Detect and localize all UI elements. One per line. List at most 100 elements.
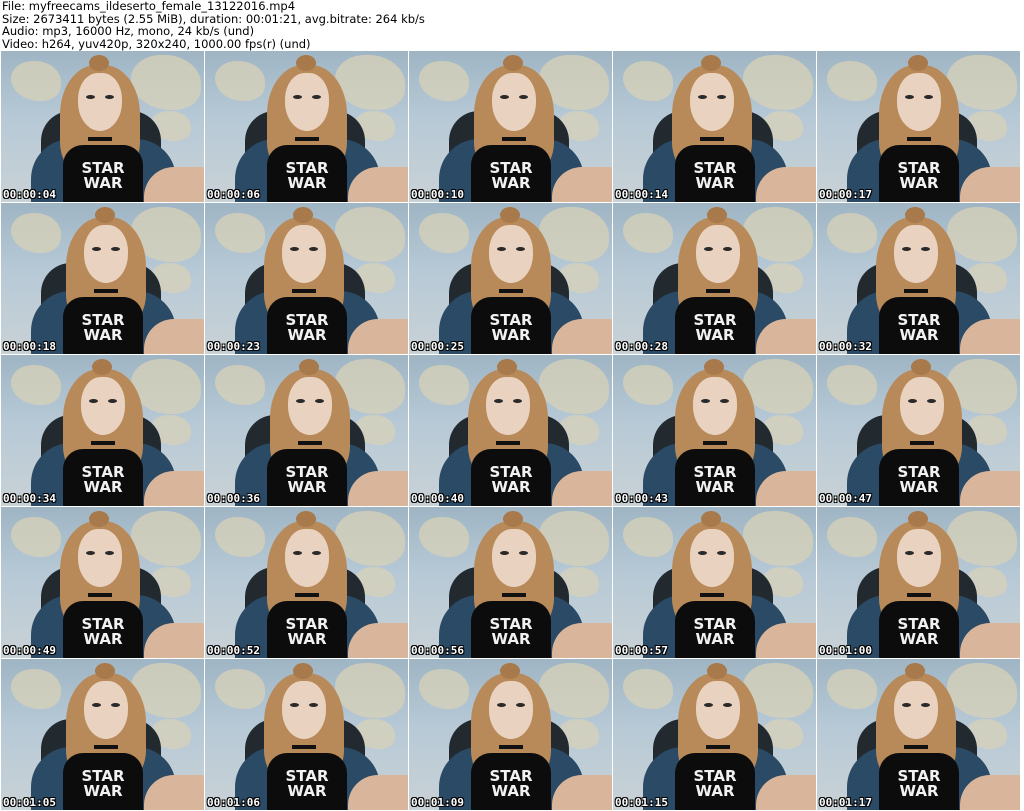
video-frame-thumbnail: STAR WAR 00:00:10	[409, 51, 612, 202]
shirt-logo-line-2: WAR	[287, 630, 327, 648]
world-map-background	[623, 61, 673, 101]
world-map-background	[419, 61, 469, 101]
eye	[513, 399, 522, 403]
video-frame-thumbnail: STAR WAR 00:01:17	[817, 659, 1020, 810]
world-map-background	[743, 511, 813, 566]
eye	[902, 247, 911, 251]
frame-timestamp: 00:01:05	[3, 796, 56, 809]
eye	[717, 551, 726, 555]
shirt-logo-text: STAR WAR	[887, 617, 951, 647]
eye	[921, 703, 930, 707]
shirt-logo-text: STAR WAR	[683, 617, 747, 647]
choker	[295, 593, 319, 597]
eye	[497, 703, 506, 707]
frame-timestamp: 00:00:36	[207, 492, 260, 505]
world-map-background	[419, 213, 469, 253]
hair-bun	[296, 511, 316, 527]
video-frame-thumbnail: STAR WAR 00:00:34	[1, 355, 204, 506]
choker	[292, 289, 316, 293]
frame-timestamp: 00:00:49	[3, 644, 56, 657]
choker	[88, 137, 112, 141]
choker	[94, 289, 118, 293]
frame-timestamp: 00:00:18	[3, 340, 56, 353]
eye	[105, 95, 114, 99]
choker	[88, 593, 112, 597]
world-map-background	[827, 61, 877, 101]
video-frame-thumbnail: STAR WAR 00:00:43	[613, 355, 816, 506]
video-frame-thumbnail: STAR WAR 00:00:14	[613, 51, 816, 202]
choker	[499, 745, 523, 749]
shirt-logo-text: STAR WAR	[479, 161, 543, 191]
eye	[92, 703, 101, 707]
video-frame-thumbnail: STAR WAR 00:01:00	[817, 507, 1020, 658]
world-map-background	[947, 663, 1017, 718]
eye	[723, 703, 732, 707]
face	[900, 377, 944, 435]
frame-timestamp: 00:00:56	[411, 644, 464, 657]
face	[78, 529, 122, 587]
shirt-logo-line-2: WAR	[491, 478, 531, 496]
shirt-logo-text: STAR WAR	[275, 465, 339, 495]
face	[897, 529, 941, 587]
hair-bun	[500, 663, 520, 679]
world-map-background	[743, 55, 813, 110]
eye	[105, 551, 114, 555]
eye	[516, 247, 525, 251]
frame-timestamp: 00:00:17	[819, 188, 872, 201]
eye	[290, 247, 299, 251]
frame-timestamp: 00:01:17	[819, 796, 872, 809]
shirt-logo-line-2: WAR	[83, 326, 123, 344]
shirt-logo-text: STAR WAR	[275, 769, 339, 799]
choker	[502, 137, 526, 141]
shirt-logo-line-2: WAR	[695, 174, 735, 192]
world-map-background	[419, 365, 469, 405]
shirt-logo-line-2: WAR	[899, 174, 939, 192]
shirt-logo-text: STAR WAR	[887, 161, 951, 191]
world-map-background	[11, 365, 61, 405]
hair-bun	[911, 359, 931, 375]
shirt-logo-line-2: WAR	[83, 478, 123, 496]
hair-bun	[701, 55, 721, 71]
world-map-background	[335, 207, 405, 262]
eye	[108, 399, 117, 403]
shirt-logo-line-2: WAR	[287, 478, 327, 496]
video-frame-thumbnail: STAR WAR 00:00:28	[613, 203, 816, 354]
shirt-logo-line-2: WAR	[287, 326, 327, 344]
world-map-background	[539, 359, 609, 414]
eye	[924, 551, 933, 555]
shirt-logo-line-2: WAR	[695, 630, 735, 648]
eye	[309, 703, 318, 707]
face	[489, 681, 533, 739]
eye	[500, 551, 509, 555]
file-name-line: File: myfreecams_ildeserto_female_131220…	[2, 0, 296, 13]
eye	[924, 95, 933, 99]
video-frame-thumbnail: STAR WAR 00:01:06	[205, 659, 408, 810]
world-map-background	[623, 517, 673, 557]
choker	[907, 137, 931, 141]
hair-bun	[89, 511, 109, 527]
video-frame-thumbnail: STAR WAR 00:00:06	[205, 51, 408, 202]
choker	[700, 593, 724, 597]
face	[690, 529, 734, 587]
video-frame-thumbnail: STAR WAR 00:00:52	[205, 507, 408, 658]
choker	[907, 593, 931, 597]
shirt-logo-line-2: WAR	[899, 478, 939, 496]
choker	[703, 441, 727, 445]
face	[690, 73, 734, 131]
frame-timestamp: 00:00:57	[615, 644, 668, 657]
world-map-background	[215, 61, 265, 101]
shirt-logo-text: STAR WAR	[887, 465, 951, 495]
shirt-logo-line-2: WAR	[287, 782, 327, 800]
shirt-logo-text: STAR WAR	[479, 617, 543, 647]
hair-bun	[905, 207, 925, 223]
choker	[295, 137, 319, 141]
world-map-background	[11, 517, 61, 557]
video-frame-thumbnail: STAR WAR 00:00:32	[817, 203, 1020, 354]
shirt-logo-text: STAR WAR	[275, 617, 339, 647]
face	[489, 225, 533, 283]
frame-timestamp: 00:01:00	[819, 644, 872, 657]
face	[492, 529, 536, 587]
video-frame-thumbnail: STAR WAR 00:00:23	[205, 203, 408, 354]
world-map-background	[215, 365, 265, 405]
shirt-logo-text: STAR WAR	[887, 313, 951, 343]
